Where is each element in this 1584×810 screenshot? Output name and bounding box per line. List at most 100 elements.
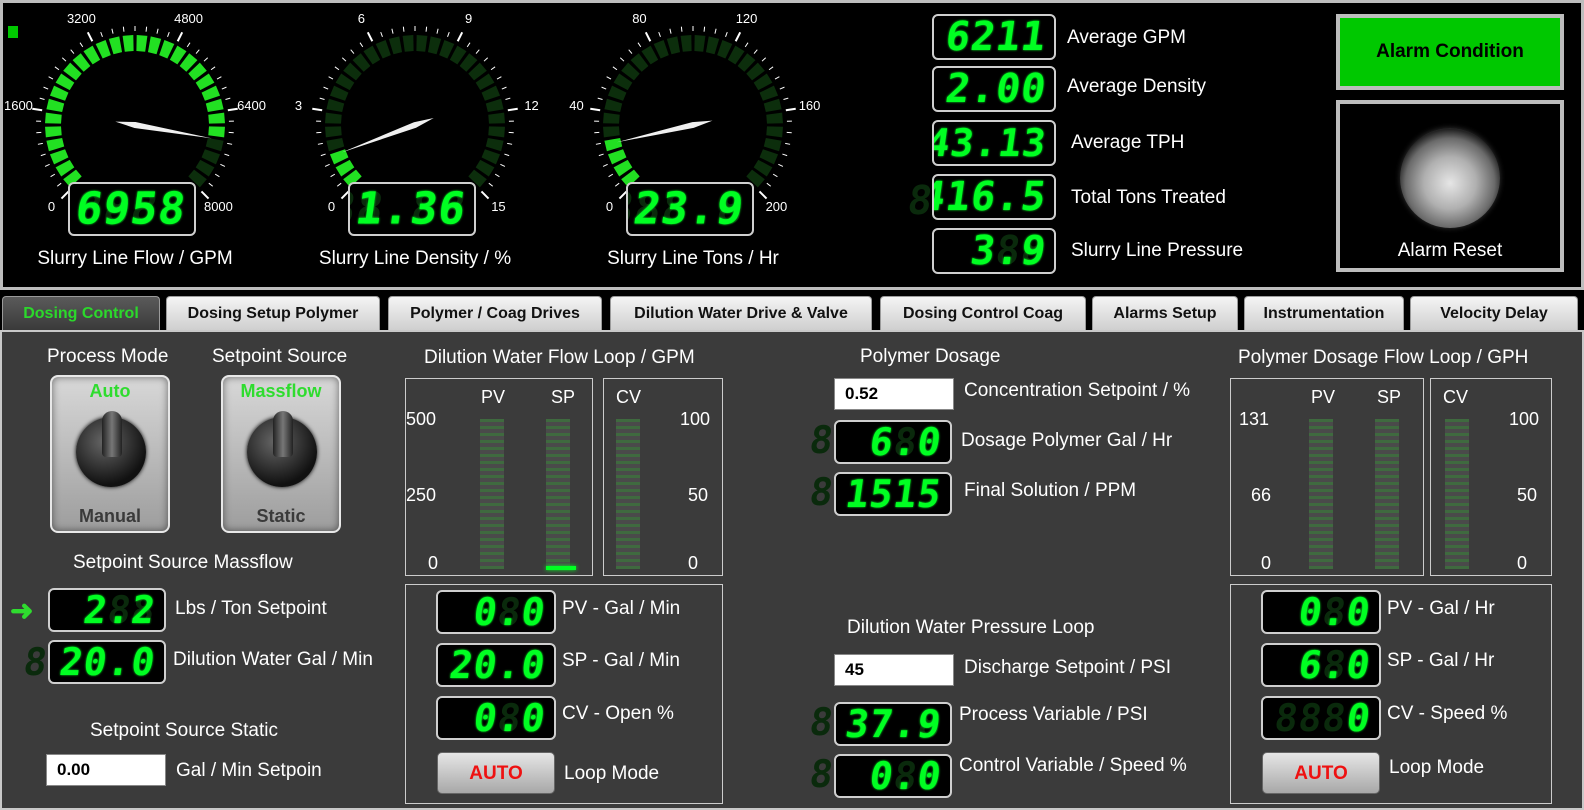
gauge-tick <box>507 142 513 145</box>
discharge-setpoint-label: Discharge Setpoint / PSI <box>964 657 1171 678</box>
gauge-tick <box>320 153 326 157</box>
sp-bar <box>546 419 570 569</box>
gauge-tick <box>220 163 226 167</box>
gauge-tick <box>50 173 56 178</box>
gauge-tick <box>480 190 490 200</box>
setpoint-source-toggle[interactable]: Massflow Static <box>221 375 341 533</box>
scale-min: 0 <box>428 553 439 573</box>
gauge-segment <box>763 137 782 152</box>
gauge-tick <box>48 76 54 80</box>
slurry-pressure-label: Slurry Line Pressure <box>1071 240 1244 261</box>
poly-loop-mode-button[interactable]: AUTO <box>1262 752 1380 794</box>
gauge-tick <box>86 31 94 42</box>
gauge-segment <box>485 137 504 152</box>
gauge-tick-label: 120 <box>735 10 758 26</box>
tab-velocity-delay[interactable]: Velocity Delay <box>1410 296 1578 330</box>
gauge-tick <box>79 42 84 48</box>
gauge-tick <box>483 57 489 62</box>
gauge-tick-label: 4800 <box>174 10 204 26</box>
gauge-tick <box>208 182 214 187</box>
gauge-needle <box>115 121 212 139</box>
poly-cv-bargraph: CV 100 50 0 <box>1430 378 1552 576</box>
tab-instrumentation[interactable]: Instrumentation <box>1244 296 1404 330</box>
gauge-tick <box>330 173 336 178</box>
gauge-tick <box>644 31 652 42</box>
gauge-segment <box>604 137 623 152</box>
gauge-segment <box>766 112 783 124</box>
poly-loop-title: Polymer Dosage Flow Loop / GPH <box>1238 347 1529 368</box>
polymer-dosage-title: Polymer Dosage <box>860 346 1001 367</box>
gauge-tick <box>494 173 500 178</box>
gauge-tick <box>216 76 222 80</box>
gauge-tick <box>203 57 209 62</box>
process-mode-toggle[interactable]: Auto Manual <box>50 375 170 533</box>
gauge-segment <box>416 35 428 52</box>
gauge-tick <box>366 31 374 42</box>
gauge-tick <box>598 153 604 157</box>
gauge-tick-label: 9 <box>464 10 473 26</box>
tab-dosing-control-coag[interactable]: Dosing Control Coag <box>880 296 1086 330</box>
concentration-setpoint-input[interactable]: 0.52 <box>834 378 954 410</box>
gauge-tick <box>612 66 618 71</box>
gauge-tick <box>601 86 607 90</box>
final-solution-label: Final Solution / PPM <box>964 480 1137 501</box>
gauge-tick <box>402 26 405 32</box>
gauge-1: 0 1600 3200 4800 6400 8000 8888 6958 Slurry Line… <box>0 0 270 285</box>
tab-dilution-water-drive-valve[interactable]: Dilution Water Drive & Valve <box>610 296 872 330</box>
gauge-segment <box>122 35 134 52</box>
gauge-needle <box>341 117 434 153</box>
gauge-tick <box>214 173 220 178</box>
gauge-segment <box>45 112 62 124</box>
gauge-3: 0 40 80 120 160 200 888.8 23.9 Slurry Line Tons … <box>558 0 828 285</box>
gauge-segment <box>763 98 782 113</box>
gauge-segment <box>694 35 706 52</box>
dilution-loop-mode-label: Loop Mode <box>564 763 660 784</box>
process-mode-auto-label: Auto <box>89 381 131 401</box>
discharge-setpoint-input[interactable]: 45 <box>834 654 954 686</box>
average-tph-display: 43.13 <box>932 120 1056 166</box>
gauge-segment <box>488 112 505 124</box>
gauge-tick <box>210 66 216 71</box>
dilution-loop-mode-button[interactable]: AUTO <box>437 752 555 794</box>
gauge-2: 0 3 6 9 12 15 88.88 1.36 Slurry Line Density / % <box>280 0 550 285</box>
gauge-tick <box>100 31 103 37</box>
alarm-reset-label: Alarm Reset <box>1397 240 1503 261</box>
average-density-display: 8 2.00 <box>932 66 1056 112</box>
pv-bar <box>1309 419 1333 569</box>
pv-header: PV <box>1311 387 1336 407</box>
scale-mid: 250 <box>406 485 437 505</box>
gauge-tick <box>317 142 323 145</box>
gauge-tick <box>186 42 191 48</box>
dilution-loop-title: Dilution Water Flow Loop / GPM <box>424 347 695 368</box>
static-gpm-setpoint-input[interactable]: 0.00 <box>46 754 166 786</box>
gauge-segment <box>325 126 342 138</box>
scale-max: 500 <box>406 409 437 429</box>
gauge-tick <box>43 86 49 90</box>
gauge-segment <box>766 126 783 138</box>
tab-dosing-control[interactable]: Dosing Control <box>2 296 160 330</box>
gauge-tick <box>54 66 60 71</box>
gauge-tick <box>619 57 625 62</box>
tab-polymer-coag-drives[interactable]: Polymer / Coag Drives <box>388 296 602 330</box>
gauge-tick <box>779 86 785 90</box>
gauge-segment <box>46 137 65 152</box>
cv-bar <box>1445 419 1469 569</box>
gauge-segment <box>603 126 620 138</box>
gauge-tick <box>785 142 791 145</box>
dilution-cv-bargraph: CV 100 50 0 <box>603 378 723 576</box>
gauge-tick <box>501 86 507 90</box>
massflow-title: Setpoint Source Massflow <box>73 552 293 573</box>
gauge-tick <box>324 163 330 167</box>
alarm-reset-button[interactable]: Alarm Reset <box>1336 100 1564 272</box>
dosage-polymer-label: Dosage Polymer Gal / Hr <box>961 430 1173 451</box>
gauge-segment <box>388 36 403 55</box>
lbs-ton-setpoint-label: Lbs / Ton Setpoint <box>175 598 327 619</box>
pressure-pv-display: 8 37.9 <box>834 702 952 746</box>
average-tph-label: Average TPH <box>1071 132 1185 153</box>
tab-dosing-setup-polymer[interactable]: Dosing Setup Polymer <box>166 296 380 330</box>
gauge-tick-label: 40 <box>569 97 584 113</box>
reset-knob-icon[interactable] <box>1400 128 1500 228</box>
poly-loop-mode-label: Loop Mode <box>1389 757 1485 778</box>
tab-alarms-setup[interactable]: Alarms Setup <box>1092 296 1238 330</box>
lbs-ton-setpoint-display[interactable]: 88 2.2 <box>48 588 166 632</box>
